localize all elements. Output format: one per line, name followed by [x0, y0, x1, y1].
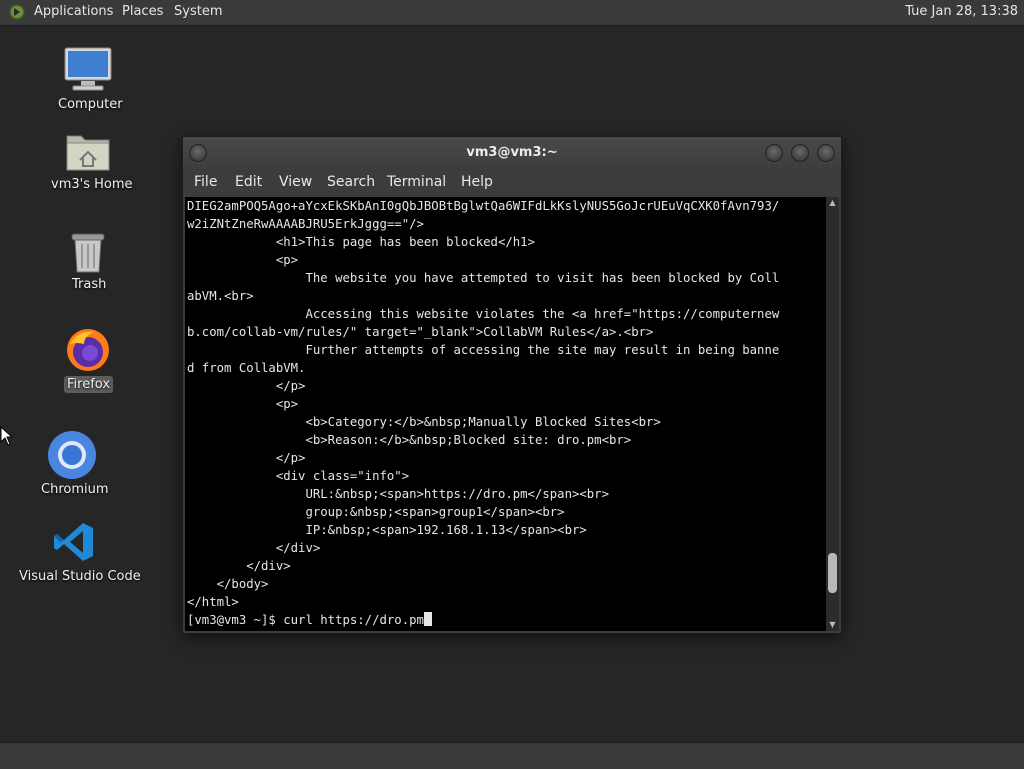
terminal-line: </p>	[275, 379, 306, 393]
terminal-line: </p>	[275, 451, 306, 465]
terminal-output-lines: DIEG2amPOQ5Ago+aYcxEkSKbAnI0gQbJBOBtBglw…	[187, 199, 779, 609]
terminal-line: </div>	[246, 559, 291, 573]
terminal-line: Accessing this website violates the <a h…	[305, 307, 780, 321]
desktop-icon-home[interactable]: vm3's Home	[40, 128, 136, 204]
desktop-icon-chromium[interactable]: Chromium	[24, 430, 120, 502]
window-title: vm3@vm3:~	[466, 145, 558, 160]
bottom-panel	[0, 742, 1024, 769]
terminal-line: URL:&nbsp;<span>https://dro.pm</span><br…	[305, 487, 609, 501]
scroll-up-arrow-icon[interactable]: ▲	[826, 197, 839, 209]
terminal-line: abVM.<br>	[187, 289, 254, 303]
desktop-icon-trash[interactable]: Trash	[40, 228, 136, 304]
desktop-icon-label: Visual Studio Code	[19, 569, 141, 584]
menu-file[interactable]: File	[194, 174, 217, 190]
terminal-line: Further attempts of accessing the site m…	[305, 343, 780, 357]
terminal-line: DIEG2amPOQ5Ago+aYcxEkSKbAnI0gQbJBOBtBglw…	[187, 199, 780, 213]
menu-edit[interactable]: Edit	[235, 174, 262, 190]
terminal-line: <p>	[275, 397, 299, 411]
trash-icon	[71, 233, 105, 273]
terminal-prompt-line: [vm3@vm3 ~]$ curl https://dro.pm	[187, 613, 424, 627]
desktop-icon-computer[interactable]: Computer	[40, 44, 136, 120]
chromium-icon	[48, 431, 96, 479]
menu-search[interactable]: Search	[327, 174, 375, 190]
menu-help[interactable]: Help	[461, 174, 493, 190]
computer-icon	[64, 47, 112, 91]
desktop-icon-label: vm3's Home	[51, 177, 133, 192]
maximize-button[interactable]	[791, 144, 809, 162]
terminal-menubar: File Edit View Search Terminal Help	[183, 169, 841, 197]
top-panel: Applications Places System Tue Jan 28, 1…	[0, 0, 1024, 26]
menu-terminal[interactable]: Terminal	[387, 174, 446, 190]
terminal-line: IP:&nbsp;<span>192.168.1.13</span><br>	[305, 523, 587, 537]
desktop-icon-vscode[interactable]: Visual Studio Code	[14, 520, 141, 590]
terminal-line: group:&nbsp;<span>group1</span><br>	[305, 505, 565, 519]
terminal-line: <p>	[275, 253, 299, 267]
desktop-icon-label: Computer	[58, 97, 123, 112]
desktop-icon-label: Trash	[72, 277, 107, 292]
vscode-icon	[54, 523, 93, 561]
terminal-line: <div class="info">	[275, 469, 410, 483]
terminal-line: w2iZNtZneRwAAAABJRU5ErkJggg=="/>	[187, 217, 424, 231]
desktop-icon-firefox[interactable]: Firefox	[40, 326, 136, 396]
scroll-down-arrow-icon[interactable]: ▼	[826, 619, 839, 631]
mouse-pointer-icon	[0, 426, 12, 446]
terminal-line: </div>	[275, 541, 321, 555]
desktop-icon-label: Chromium	[41, 482, 109, 497]
desktop-icon-label: Firefox	[64, 376, 114, 393]
system-menu[interactable]: System	[174, 4, 222, 19]
terminal-output[interactable]: DIEG2amPOQ5Ago+aYcxEkSKbAnI0gQbJBOBtBglw…	[185, 197, 826, 631]
home-folder-icon	[66, 135, 110, 171]
scrollbar-thumb[interactable]	[828, 553, 837, 594]
menu-view[interactable]: View	[279, 174, 312, 190]
firefox-icon	[67, 329, 109, 371]
terminal-scrollbar[interactable]: ▲ ▼	[826, 197, 839, 631]
terminal-window[interactable]: vm3@vm3:~ File Edit View Search Terminal…	[182, 136, 842, 634]
close-button[interactable]	[817, 144, 835, 162]
terminal-line: <h1>This page has been blocked</h1>	[275, 235, 535, 249]
terminal-line: <b>Category:</b>&nbsp;Manually Blocked S…	[305, 415, 661, 429]
minimize-button[interactable]	[765, 144, 783, 162]
terminal-line: <b>Reason:</b>&nbsp;Blocked site: dro.pm…	[305, 433, 632, 447]
applications-logo-icon[interactable]	[8, 3, 26, 21]
terminal-line: </html>	[187, 595, 239, 609]
terminal-text: DIEG2amPOQ5Ago+aYcxEkSKbAnI0gQbJBOBtBglw…	[185, 197, 826, 629]
terminal-cursor	[423, 612, 432, 626]
terminal-line: d from CollabVM.	[187, 361, 306, 375]
terminal-line: The website you have attempted to visit …	[305, 271, 780, 285]
applications-menu[interactable]: Applications	[34, 4, 113, 19]
terminal-line: b.com/collab-vm/rules/" target="_blank">…	[187, 325, 654, 339]
panel-clock[interactable]: Tue Jan 28, 13:38	[905, 4, 1018, 19]
terminal-line: </body>	[216, 577, 269, 591]
places-menu[interactable]: Places	[122, 4, 163, 19]
window-titlebar[interactable]: vm3@vm3:~	[183, 137, 841, 169]
